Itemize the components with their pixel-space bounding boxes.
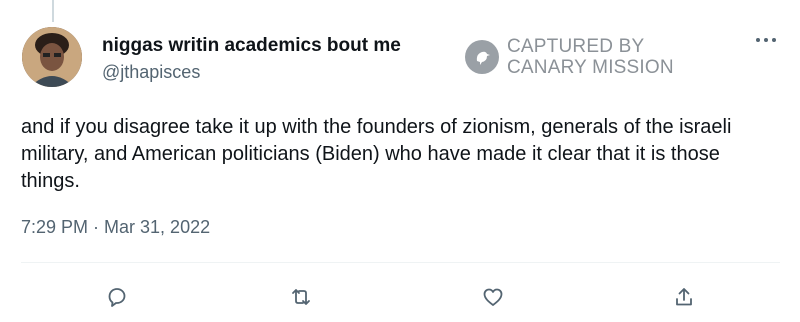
more-horizontal-icon xyxy=(756,38,776,42)
retweet-icon xyxy=(292,289,310,305)
thread-connector-line xyxy=(52,0,54,22)
reply-button[interactable] xyxy=(102,282,132,312)
display-name[interactable]: niggas writin academics bout me xyxy=(102,35,401,57)
more-options-button[interactable] xyxy=(752,30,780,50)
avatar-image xyxy=(22,27,82,87)
share-icon xyxy=(676,288,692,306)
watermark-line-1: CAPTURED BY xyxy=(507,36,645,57)
like-button[interactable] xyxy=(478,282,508,312)
heart-icon xyxy=(483,288,503,306)
user-handle[interactable]: @jthapisces xyxy=(102,62,200,83)
captured-by-watermark: CAPTURED BY CANARY MISSION xyxy=(465,36,674,78)
canary-bird-logo xyxy=(465,40,499,74)
watermark-line-2: CANARY MISSION xyxy=(507,57,674,78)
reply-icon xyxy=(108,288,126,307)
divider xyxy=(21,262,780,263)
share-button[interactable] xyxy=(669,282,699,312)
tweet-timestamp[interactable]: 7:29 PM · Mar 31, 2022 xyxy=(21,217,210,238)
tweet-text: and if you disagree take it up with the … xyxy=(21,116,732,192)
retweet-button[interactable] xyxy=(286,282,316,312)
avatar[interactable] xyxy=(22,27,82,87)
